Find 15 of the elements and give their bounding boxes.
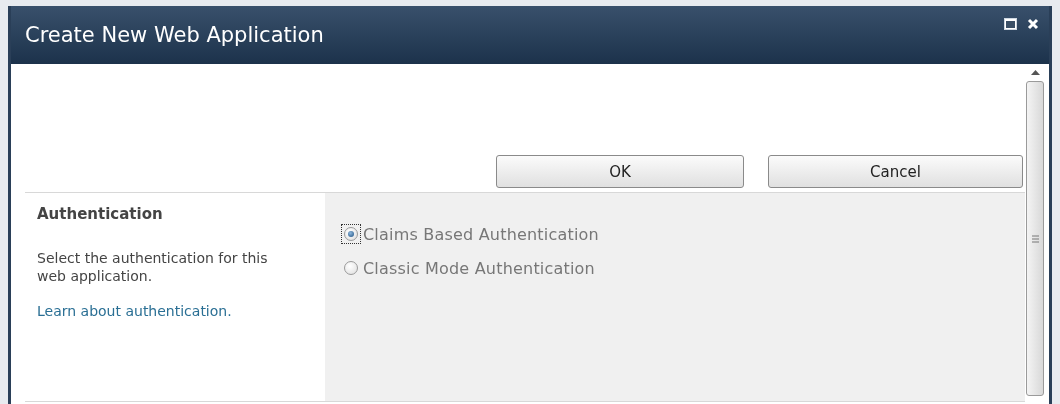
section-title: Authentication [37, 205, 164, 223]
section-description: Select the authentication for this web application. [37, 249, 269, 285]
radio-button[interactable] [344, 261, 358, 275]
close-icon[interactable] [1027, 18, 1039, 30]
grip-icon [1031, 234, 1039, 243]
maximize-icon[interactable] [1004, 18, 1017, 30]
radio-label[interactable]: Claims Based Authentication [363, 224, 599, 244]
window-title: Create New Web Application [25, 23, 325, 47]
scrollbar-thumb[interactable] [1026, 81, 1044, 396]
cancel-button[interactable]: Cancel [768, 155, 1023, 188]
scroll-up-icon[interactable] [1030, 70, 1040, 75]
ok-button[interactable]: OK [496, 155, 744, 188]
radio-label[interactable]: Classic Mode Authentication [363, 258, 595, 278]
radio-button[interactable] [344, 227, 358, 241]
learn-link[interactable]: Learn about authentication. [37, 303, 232, 319]
